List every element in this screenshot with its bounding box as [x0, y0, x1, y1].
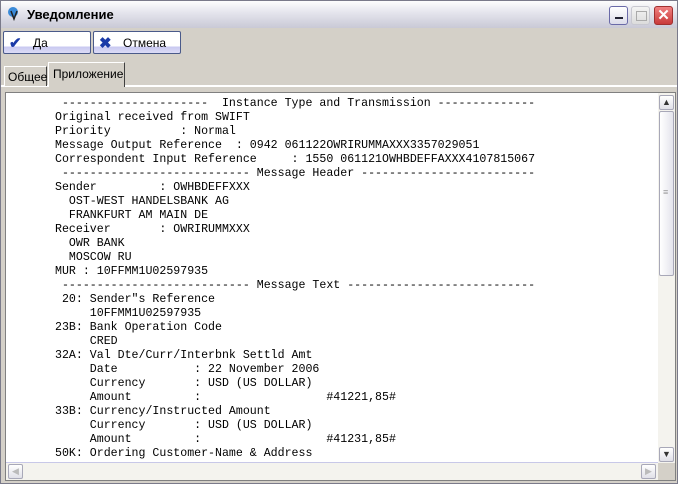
horizontal-scrollbar[interactable]: ◀ ▶ — [6, 462, 658, 480]
message-lines: --------------------- Instance Type and … — [55, 97, 535, 461]
message-line: Sender : OWHBDEFFXXX — [55, 181, 250, 194]
message-line: Original received from SWIFT — [55, 111, 250, 124]
scroll-up-button[interactable]: ▲ — [659, 95, 674, 110]
message-line: Date : 22 November 2006 — [55, 363, 320, 376]
app-icon — [8, 7, 18, 22]
message-line: OST-WEST HANDELSBANK AG — [55, 195, 229, 208]
message-text-area[interactable]: --------------------- Instance Type and … — [6, 93, 658, 464]
message-line: Correspondent Input Reference : 1550 061… — [55, 153, 536, 166]
window-title: Уведомление — [27, 7, 114, 22]
message-line: 50K: Ordering Customer-Name & Address — [55, 447, 313, 460]
message-line: OWR BANK — [55, 237, 125, 250]
message-line: 10FFMM1U02597935 — [55, 307, 202, 320]
cancel-button-label: Отмена — [123, 36, 167, 50]
message-line: 20: Sender"s Reference — [55, 293, 216, 306]
message-line: MUR : 10FFMM1U02597935 — [55, 265, 209, 278]
checkmark-icon: ✔ — [9, 35, 22, 52]
notification-window: Уведомление ✕ ✔ Да ✖ Отмена Общее Прилож… — [0, 0, 678, 484]
message-line: Priority : Normal — [55, 125, 236, 138]
vertical-scrollbar[interactable]: ▲ ▼ — [658, 93, 675, 464]
yes-button-label: Да — [33, 36, 48, 50]
x-icon: ✖ — [99, 35, 112, 52]
message-line: CRED — [55, 335, 118, 348]
message-line: Currency : USD (US DOLLAR) — [55, 377, 313, 390]
message-line: 33B: Currency/Instructed Amount — [55, 405, 271, 418]
message-line: Message Output Reference : 0942 061122OW… — [55, 139, 480, 152]
message-line: MOSCOW RU — [55, 251, 132, 264]
close-button[interactable]: ✕ — [654, 6, 673, 25]
yes-button[interactable]: ✔ Да — [3, 31, 91, 54]
minimize-button[interactable] — [609, 6, 628, 25]
message-line: --------------------------- Message Text… — [55, 279, 536, 292]
message-line: Receiver : OWRIRUMMXXX — [55, 223, 250, 236]
tab-attachment[interactable]: Приложение — [48, 62, 125, 87]
scroll-down-button[interactable]: ▼ — [659, 447, 674, 462]
message-line: Amount : #41221,85# — [55, 391, 396, 404]
message-line: --------------------------- Message Head… — [55, 167, 536, 180]
vertical-scroll-thumb[interactable] — [659, 111, 674, 276]
title-bar[interactable]: Уведомление ✕ — [1, 1, 677, 28]
maximize-button[interactable] — [631, 6, 650, 25]
tab-general[interactable]: Общее — [4, 66, 47, 86]
message-line: 23B: Bank Operation Code — [55, 321, 222, 334]
cancel-button[interactable]: ✖ Отмена — [93, 31, 181, 54]
message-line: FRANKFURT AM MAIN DE — [55, 209, 209, 222]
message-line: Amount : #41231,85# — [55, 433, 396, 446]
scroll-right-button[interactable]: ▶ — [641, 464, 656, 479]
scroll-left-button[interactable]: ◀ — [8, 464, 23, 479]
scrollbar-corner — [658, 463, 675, 480]
message-line: --------------------- Instance Type and … — [55, 97, 536, 110]
message-line: 32A: Val Dte/Curr/Interbnk Settld Amt — [55, 349, 313, 362]
message-line: Currency : USD (US DOLLAR) — [55, 419, 313, 432]
message-text-box[interactable]: --------------------- Instance Type and … — [5, 92, 676, 481]
